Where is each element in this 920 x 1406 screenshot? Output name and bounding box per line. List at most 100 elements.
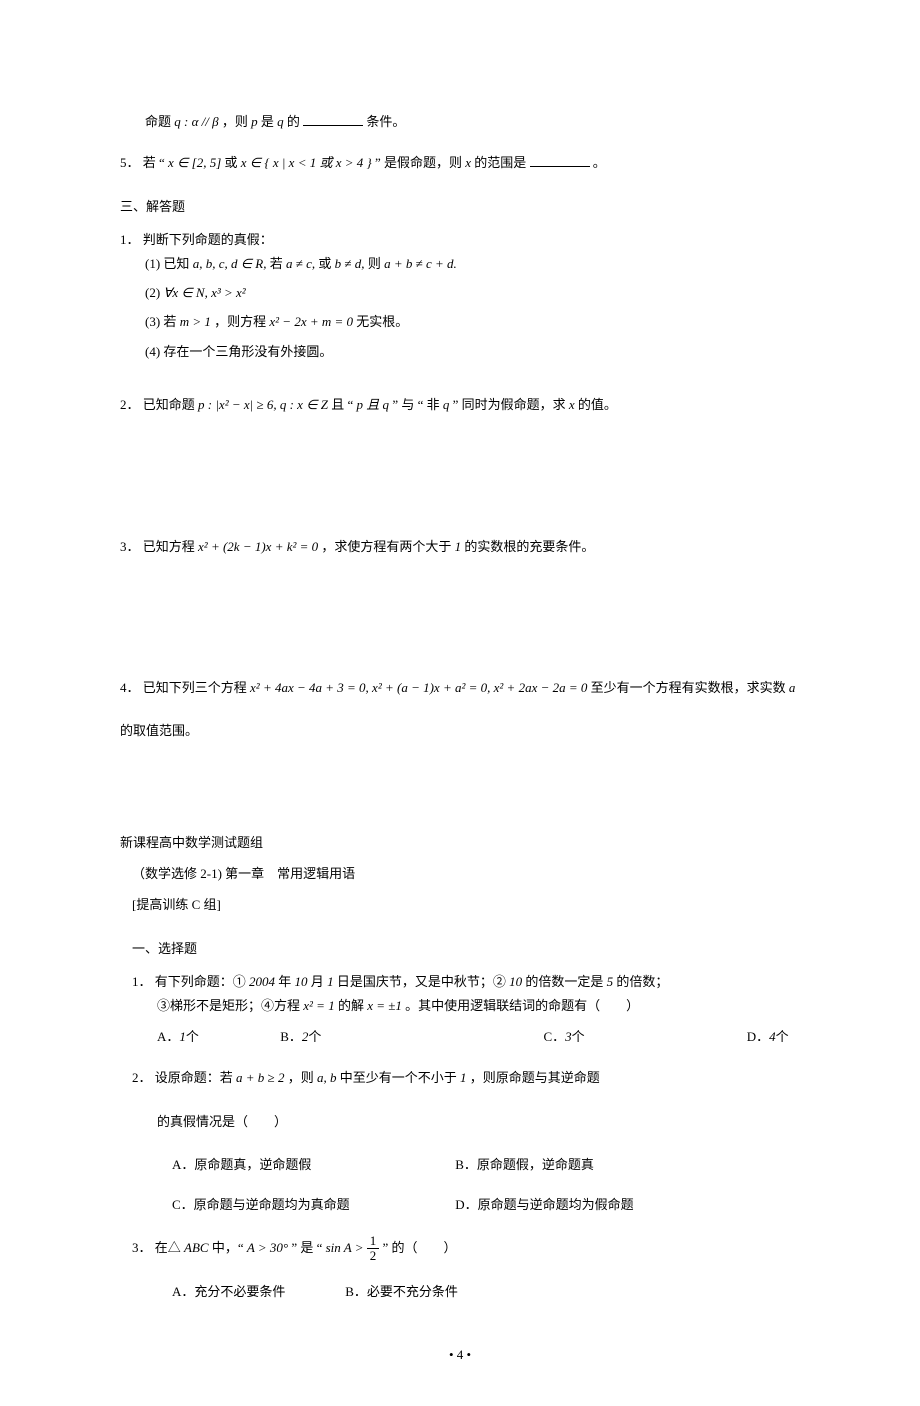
text: 或 xyxy=(318,256,331,271)
text: 的范围是 xyxy=(474,155,526,170)
text: ” 是假命题，则 xyxy=(375,155,465,170)
text: 已知命题 xyxy=(143,397,198,412)
math: a, b, c, d ∈ R, xyxy=(193,256,267,271)
math: x² + (2k − 1)x + k² = 0 xyxy=(198,539,318,554)
question-line2: 的真假情况是（ ） xyxy=(157,1110,800,1133)
sub-label: (3) xyxy=(145,314,160,329)
page-content: 命题 q : α // β ，则 p 是 q 的 条件。 5． 若 “ x ∈ … xyxy=(0,0,920,1406)
num: 2004 xyxy=(249,974,275,989)
text: 在△ xyxy=(155,1240,181,1255)
question-number: 4． xyxy=(120,680,140,695)
sub-label: (2) xyxy=(145,285,160,300)
fill-question-5: 5． 若 “ x ∈ [2, 5] 或 x ∈ { x | x < 1 或 x … xyxy=(120,151,800,174)
work-space xyxy=(120,761,800,831)
option-b[interactable]: B．2 个 xyxy=(280,1025,540,1048)
option-a[interactable]: A．原命题真，逆命题假 xyxy=(172,1153,452,1176)
choice-question-2: 2． 设原命题：若 a + b ≥ 2 ，则 a, b 中至少有一个不小于 1 … xyxy=(132,1066,800,1216)
math: a ≠ c, xyxy=(286,256,315,271)
denominator: 2 xyxy=(367,1249,380,1263)
text: 或 xyxy=(225,155,241,170)
question-number: 5． xyxy=(120,155,140,170)
sub-label: (1) xyxy=(145,256,160,271)
choice-question-3: 3． 在△ ABC 中，“ A > 30° ” 是 “ sin A > 1 2 … xyxy=(132,1234,800,1303)
text: 的值。 xyxy=(578,397,617,412)
text: 的倍数一定是 xyxy=(525,974,606,989)
text: 。其中使用逻辑联结词的命题有（ ） xyxy=(405,998,639,1013)
text: 无实根。 xyxy=(356,314,408,329)
options-row-1: A．原命题真，逆命题假 B．原命题假，逆命题真 xyxy=(172,1153,800,1176)
math: a + b ≥ 2 xyxy=(236,1070,284,1085)
text: 存在一个三角形没有外接圆。 xyxy=(163,344,332,359)
question-number: 3． xyxy=(132,1240,152,1255)
work-space xyxy=(120,435,800,525)
math: a, b xyxy=(317,1070,337,1085)
option-b[interactable]: B．必要不充分条件 xyxy=(345,1280,458,1303)
math: a + b ≠ c + d. xyxy=(384,256,457,271)
text: 已知 xyxy=(163,256,189,271)
option-a[interactable]: A．充分不必要条件 xyxy=(172,1280,342,1303)
math: m > 1 xyxy=(180,314,211,329)
option-b[interactable]: B．原命题假，逆命题真 xyxy=(455,1153,594,1176)
text: 条件。 xyxy=(366,114,405,129)
text: 。 xyxy=(593,155,606,170)
math-abc: ABC xyxy=(184,1240,209,1255)
text: 的解 xyxy=(338,998,367,1013)
sub-item-3: (3) 若 m > 1 ，则方程 x² − 2x + m = 0 无实根。 xyxy=(145,310,800,333)
long-question-3: 3． 已知方程 x² + (2k − 1)x + k² = 0 ，求使方程有两个… xyxy=(120,535,800,558)
num: 10 xyxy=(295,974,308,989)
text: 若 xyxy=(270,256,286,271)
text: 中，“ xyxy=(212,1240,247,1255)
num: 1 xyxy=(460,1070,467,1085)
num: 1 xyxy=(327,974,334,989)
math: x² − 2x + m = 0 xyxy=(269,314,353,329)
math-x: x xyxy=(465,155,471,170)
text: 设原命题：若 xyxy=(155,1070,236,1085)
options-row-2: C．原命题与逆命题均为真命题 D．原命题与逆命题均为假命题 xyxy=(172,1193,800,1216)
text: ” 与 “ 非 xyxy=(392,397,443,412)
option-c[interactable]: C．原命题与逆命题均为真命题 xyxy=(172,1193,452,1216)
text: 已知方程 xyxy=(143,539,198,554)
set-subtitle-1: （数学选修 2-1) 第一章 常用逻辑用语 xyxy=(132,862,800,885)
math: x xyxy=(569,397,575,412)
math-p: p xyxy=(251,114,258,129)
work-space xyxy=(120,576,800,666)
long-question-1: 1． 判断下列命题的真假： (1) 已知 a, b, c, d ∈ R, 若 a… xyxy=(120,228,800,363)
sub-item-4: (4) 存在一个三角形没有外接圆。 xyxy=(145,340,800,363)
sub-item-1: (1) 已知 a, b, c, d ∈ R, 若 a ≠ c, 或 b ≠ d,… xyxy=(145,252,800,275)
text: 的倍数； xyxy=(616,974,668,989)
page-number: • 4 • xyxy=(120,1343,800,1366)
text: ” 是 “ xyxy=(291,1240,325,1255)
math-interval: x ∈ [2, 5] xyxy=(168,155,221,170)
text: 日是国庆节，又是中秋节；② xyxy=(337,974,506,989)
option-d[interactable]: D．4 个 xyxy=(747,1025,789,1048)
answer-blank[interactable] xyxy=(303,112,363,126)
math-sin: sin A > xyxy=(326,1240,367,1255)
option-d[interactable]: D．原命题与逆命题均为假命题 xyxy=(455,1193,633,1216)
math-a: a xyxy=(789,680,796,695)
math: A > 30° xyxy=(247,1240,288,1255)
long-question-4: 4． 已知下列三个方程 x² + 4ax − 4a + 3 = 0, x² + … xyxy=(120,676,800,743)
text: 月 xyxy=(311,974,324,989)
option-c[interactable]: C．3 个 xyxy=(544,1025,744,1048)
math: ∀x ∈ N, x³ > x² xyxy=(163,285,245,300)
question-number: 3． xyxy=(120,539,140,554)
long-question-2: 2． 已知命题 p : |x² − x| ≥ 6, q : x ∈ Z 且 “ … xyxy=(120,393,800,416)
question-number: 1． xyxy=(120,232,140,247)
text: 则 xyxy=(368,256,381,271)
fraction-half: 1 2 xyxy=(367,1234,380,1264)
sub-label: (4) xyxy=(145,344,160,359)
option-a[interactable]: A．1 个 xyxy=(157,1025,277,1048)
math-one: 1 xyxy=(455,539,462,554)
text: 已知下列三个方程 xyxy=(143,680,250,695)
set-subtitle-2: [提高训练 C 组] xyxy=(132,893,800,916)
text: ，则 xyxy=(288,1070,317,1085)
options-row: A．1 个 B．2 个 C．3 个 D．4 个 xyxy=(157,1025,800,1048)
text: ③梯形不是矩形；④方程 xyxy=(157,998,303,1013)
numerator: 1 xyxy=(367,1234,380,1249)
text: 至少有一个方程有实数根，求实数 xyxy=(591,680,789,695)
question-number: 2． xyxy=(132,1070,152,1085)
text: 若 xyxy=(163,314,179,329)
text: ” 同时为假命题，求 xyxy=(453,397,569,412)
math: p : |x² − x| ≥ 6, q : x ∈ Z xyxy=(198,397,328,412)
answer-blank[interactable] xyxy=(530,153,590,167)
